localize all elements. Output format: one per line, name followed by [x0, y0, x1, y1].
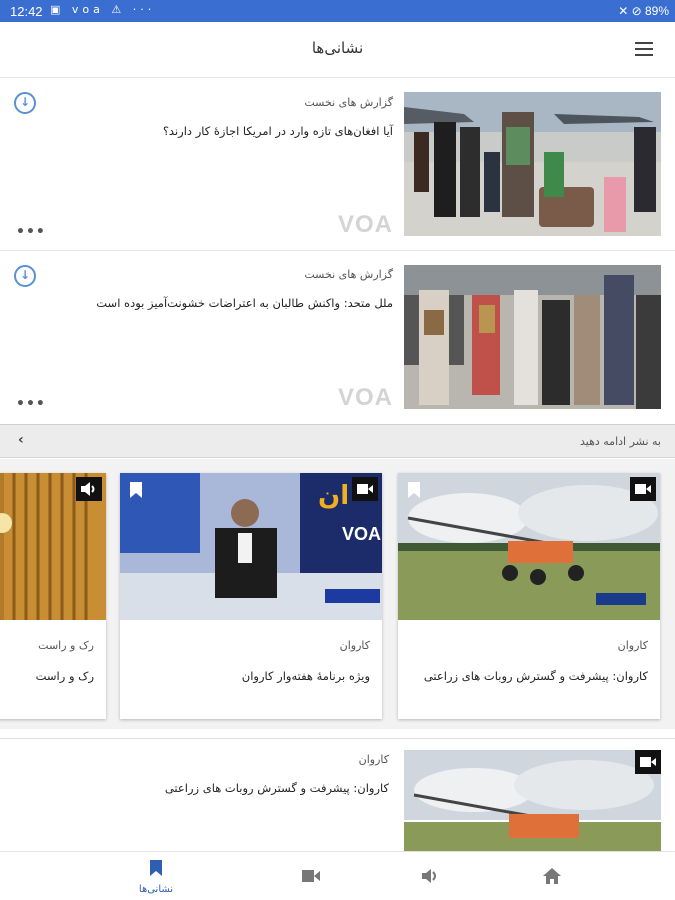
voa-logo: VOA — [338, 384, 394, 411]
continue-watching-header: به نشر ادامه دهید ‹ — [0, 424, 675, 458]
page-title: نشانی‌ها — [311, 39, 364, 57]
card-title[interactable]: رک و راست — [36, 669, 94, 683]
nav-home[interactable] — [512, 852, 592, 900]
nav-audio[interactable] — [391, 852, 471, 900]
article-image-protest — [404, 265, 661, 409]
more-options-icon[interactable]: ••• — [16, 396, 46, 412]
article-category: کاروان — [358, 753, 389, 766]
continue-label: به نشر ادامه دهید — [580, 435, 661, 448]
card-category: کاروان — [617, 639, 648, 652]
article-image-airport — [404, 92, 661, 236]
speaker-icon — [422, 869, 436, 883]
card-title[interactable]: کاروان: پیشرفت و گسترش روبات های زراعتی — [424, 669, 648, 683]
status-bar: 12:42 ▣ voa ⚠ ··· ✕ ⊘ 89% — [0, 0, 675, 22]
article-category: گزارش های نخست — [304, 268, 393, 281]
nav-video[interactable] — [271, 852, 351, 900]
video-icon — [302, 870, 320, 882]
nav-bookmarks-label: نشانی‌ها — [138, 884, 174, 895]
media-carousel[interactable]: کاروان کاروان: پیشرفت و گسترش روبات های … — [0, 459, 675, 729]
article-row[interactable]: گزارش های نخست آیا افغان‌های تازه وارد د… — [0, 79, 675, 250]
video-icon — [635, 750, 661, 774]
speaker-icon — [76, 477, 102, 501]
download-icon[interactable]: ↓ — [14, 92, 36, 114]
article-category: گزارش های نخست — [304, 96, 393, 109]
home-icon — [543, 868, 561, 884]
bookmark-icon — [150, 860, 162, 876]
article-headline[interactable]: ملل متحد: واکنش طالبان به اعتراضات خشونت… — [96, 296, 393, 310]
voa-logo: VOA — [342, 524, 382, 544]
bookmark-icon[interactable] — [402, 477, 428, 501]
video-icon — [352, 477, 378, 501]
app-bar: نشانی‌ها — [0, 22, 675, 78]
more-options-icon[interactable]: ••• — [16, 224, 46, 240]
hamburger-icon[interactable] — [635, 42, 653, 56]
media-card[interactable]: ان VOA کاروان ویژه برنامهٔ هفته‌وار کارو… — [120, 473, 382, 719]
video-icon — [630, 477, 656, 501]
card-category: کاروان — [339, 639, 370, 652]
card-category: رک و راست — [38, 639, 94, 652]
bookmark-icon[interactable] — [124, 477, 150, 501]
article-headline[interactable]: کاروان: پیشرفت و گسترش روبات های زراعتی — [165, 781, 389, 795]
nav-bookmarks[interactable]: نشانی‌ها — [116, 852, 196, 900]
article-headline[interactable]: آیا افغان‌های تازه وارد در امریکا اجازهٔ… — [163, 124, 393, 138]
voa-logo: VOA — [338, 211, 394, 238]
card-title[interactable]: ویژه برنامهٔ هفته‌وار کاروان — [242, 669, 370, 683]
media-card[interactable]: کاروان کاروان: پیشرفت و گسترش روبات های … — [398, 473, 660, 719]
chevron-left-icon[interactable]: ‹ — [18, 432, 24, 448]
download-icon[interactable]: ↓ — [14, 265, 36, 287]
bottom-navigation: نشانی‌ها — [0, 851, 675, 900]
article-row[interactable]: گزارش های نخست ملل متحد: واکنش طالبان به… — [0, 251, 675, 423]
status-notification-icons: ▣ voa ⚠ ··· — [50, 3, 156, 16]
screen-text: ان — [318, 481, 350, 511]
article-row[interactable]: کاروان کاروان: پیشرفت و گسترش روبات های … — [0, 738, 675, 851]
media-card[interactable]: رک و راست رک و راست — [0, 473, 106, 719]
article-image-robot — [404, 750, 661, 851]
card-image-robot — [398, 473, 660, 620]
status-time: 12:42 — [10, 4, 43, 19]
status-battery: ✕ ⊘ 89% — [618, 4, 669, 18]
